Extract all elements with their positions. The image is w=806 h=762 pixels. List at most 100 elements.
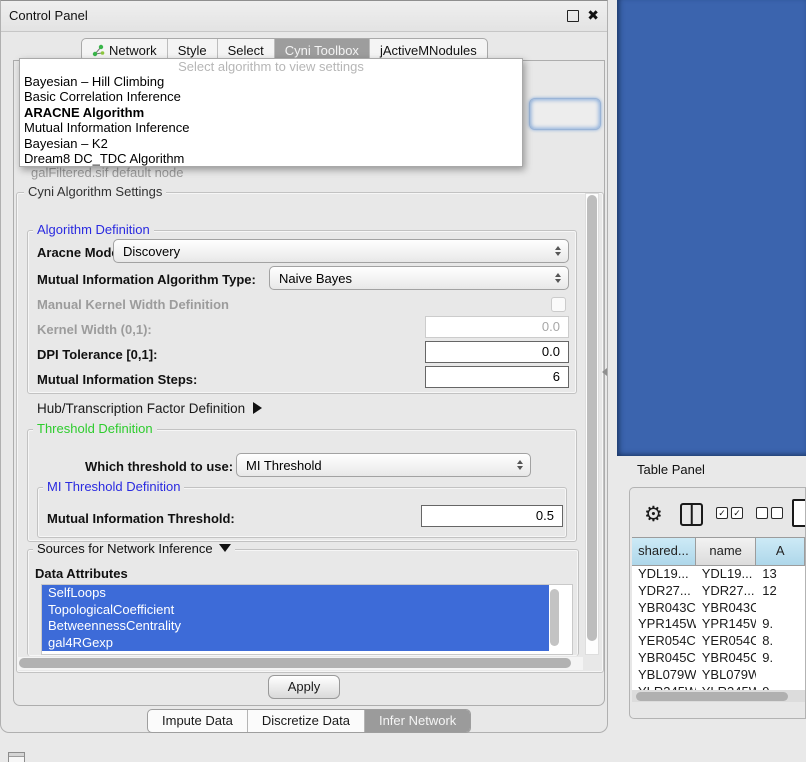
kernel-width-input[interactable]: 0.0 [425, 316, 569, 338]
mi-threshold-label: Mutual Information Threshold: [47, 511, 235, 526]
data-attribute-item[interactable]: BetweennessCentrality [42, 618, 549, 635]
table-cell: 9. [756, 650, 805, 667]
table-cell: YER054C [696, 633, 757, 650]
algorithm-option[interactable]: Mutual Information Inference [20, 120, 522, 135]
mi-algorithm-type-combo[interactable]: Naive Bayes [269, 266, 569, 290]
tab-infer-network[interactable]: Infer Network [364, 710, 470, 732]
horizontal-scrollbar-thumb[interactable] [19, 658, 571, 668]
network-icon [92, 44, 105, 57]
table-cell: YBL079W [632, 667, 696, 684]
minimized-panel-icon[interactable] [8, 752, 25, 762]
table-row[interactable]: YPR145WYPR145W9. [632, 616, 805, 633]
table-cell: YDR27... [632, 583, 696, 600]
which-threshold-label: Which threshold to use: [85, 459, 233, 474]
apply-button[interactable]: Apply [268, 675, 340, 699]
stepper-arrows-icon [517, 460, 523, 470]
algorithm-option[interactable]: ARACNE Algorithm [20, 105, 522, 120]
inference-combo-fragment[interactable] [529, 98, 601, 130]
panel-splitter-collapse-arrow[interactable] [602, 368, 607, 376]
table-row[interactable]: YDL19...YDL19...13 [632, 566, 805, 583]
table-body: YDL19...YDL19...13YDR27...YDR27...12YBR0… [632, 566, 805, 691]
table-row[interactable]: YBR043CYBR043C [632, 600, 805, 617]
algorithm-popup-placeholder: Select algorithm to view settings [20, 59, 522, 74]
hub-factor-expander[interactable]: Hub/Transcription Factor Definition [37, 401, 262, 416]
table-cell: 12 [756, 583, 805, 600]
network-combo-ghost-text: galFiltered.sif default node [31, 165, 183, 180]
manual-kernel-width-checkbox[interactable] [551, 297, 566, 312]
algorithm-definition-title: Algorithm Definition [33, 223, 154, 236]
tab-discretize-data[interactable]: Discretize Data [247, 710, 364, 732]
table-cell: YBR045C [696, 650, 757, 667]
aracne-mode-label: Aracne Mode: [37, 245, 123, 260]
data-attribute-item[interactable]: SelfLoops [42, 585, 549, 602]
column-header-name[interactable]: name [696, 538, 757, 565]
algorithm-option[interactable]: Bayesian – K2 [20, 136, 522, 151]
table-cell: YBR043C [696, 600, 757, 617]
tab-label: Select [228, 43, 264, 58]
table-cell [756, 667, 805, 684]
algorithm-option[interactable]: Dream8 DC_TDC Algorithm [20, 151, 522, 166]
data-attribute-item[interactable]: gal4RGexp [42, 635, 549, 652]
table-row[interactable]: YBR045CYBR045C9. [632, 650, 805, 667]
table-horizontal-scrollbar[interactable] [632, 690, 805, 702]
table-cell: YDL19... [696, 566, 757, 583]
mi-algorithm-type-value: Naive Bayes [279, 271, 352, 286]
table-row[interactable]: YER054CYER054C8. [632, 633, 805, 650]
tab-label: Cyni Toolbox [285, 43, 359, 58]
hub-factor-label: Hub/Transcription Factor Definition [37, 401, 245, 416]
table-cell: YER054C [632, 633, 696, 650]
table-cell: YBR043C [632, 600, 696, 617]
manual-kernel-width-label: Manual Kernel Width Definition [37, 297, 229, 312]
vertical-scrollbar-thumb[interactable] [587, 195, 597, 641]
settings-horizontal-scrollbar[interactable] [17, 657, 583, 670]
mi-threshold-definition-title: MI Threshold Definition [43, 480, 184, 493]
tab-impute-data[interactable]: Impute Data [148, 710, 247, 732]
sources-expander[interactable]: Sources for Network Inference [33, 542, 235, 555]
unchecked-boxes-icon[interactable] [756, 507, 786, 522]
table-scrollbar-thumb[interactable] [636, 692, 788, 701]
stepper-arrows-icon [555, 273, 561, 283]
tab-label: jActiveMNodules [380, 43, 477, 58]
dpi-tolerance-input[interactable]: 0.0 [425, 341, 569, 363]
expanded-arrow-icon [219, 544, 231, 552]
control-panel-titlebar: Control Panel ✖ [1, 1, 607, 32]
close-icon[interactable]: ✖ [587, 7, 599, 24]
network-desktop: GALGAL80GAL10GAL1GAL11SWI4GAL4HAP4YGCY1H… [617, 0, 806, 456]
table-cell: YDL19... [632, 566, 696, 583]
table-panel: ⚙ ✓✓ shared...nameA YDL19...YDL19...13YD… [629, 487, 806, 719]
aracne-mode-combo[interactable]: Discovery [113, 239, 569, 263]
table-header-row: shared...nameA [632, 538, 805, 566]
control-panel-window: Control Panel ✖ NetworkStyleSelectCyni T… [0, 0, 608, 733]
column-header-shared...[interactable]: shared... [632, 538, 696, 565]
dpi-tolerance-label: DPI Tolerance [0,1]: [37, 347, 157, 362]
list-scrollbar-thumb[interactable] [550, 589, 559, 646]
document-icon[interactable] [792, 499, 806, 527]
table-panel-title: Table Panel [637, 462, 705, 477]
bottom-tabs: Impute DataDiscretize DataInfer Network [147, 709, 471, 733]
settings-vertical-scrollbar[interactable] [585, 193, 599, 655]
table-cell: YPR145W [696, 616, 757, 633]
algorithm-option[interactable]: Basic Correlation Inference [20, 89, 522, 104]
data-attribute-item[interactable]: TopologicalCoefficient [42, 602, 549, 619]
column-header-A[interactable]: A [756, 538, 805, 565]
app-root: Control Panel ✖ NetworkStyleSelectCyni T… [0, 0, 806, 762]
data-attributes-list: SelfLoopsTopologicalCoefficientBetweenne… [41, 584, 573, 655]
checked-boxes-icon[interactable]: ✓✓ [716, 507, 746, 522]
float-window-icon[interactable] [567, 10, 579, 22]
table-row[interactable]: YBL079WYBL079W [632, 667, 805, 684]
aracne-mode-value: Discovery [123, 244, 180, 259]
mi-steps-input[interactable]: 6 [425, 366, 569, 388]
gear-icon[interactable]: ⚙ [644, 500, 663, 530]
tab-label: Style [178, 43, 207, 58]
which-threshold-combo[interactable]: MI Threshold [236, 453, 531, 477]
algorithm-option[interactable]: Bayesian – Hill Climbing [20, 74, 522, 89]
column-view-icon[interactable] [680, 503, 703, 526]
which-threshold-value: MI Threshold [246, 458, 322, 473]
threshold-definition-title: Threshold Definition [33, 422, 157, 435]
table-cell: YPR145W [632, 616, 696, 633]
mi-threshold-input[interactable]: 0.5 [421, 505, 563, 527]
collapsed-arrow-icon [253, 402, 262, 414]
stepper-arrows-icon [555, 246, 561, 256]
kernel-width-label: Kernel Width (0,1): [37, 322, 152, 337]
table-row[interactable]: YDR27...YDR27...12 [632, 583, 805, 600]
